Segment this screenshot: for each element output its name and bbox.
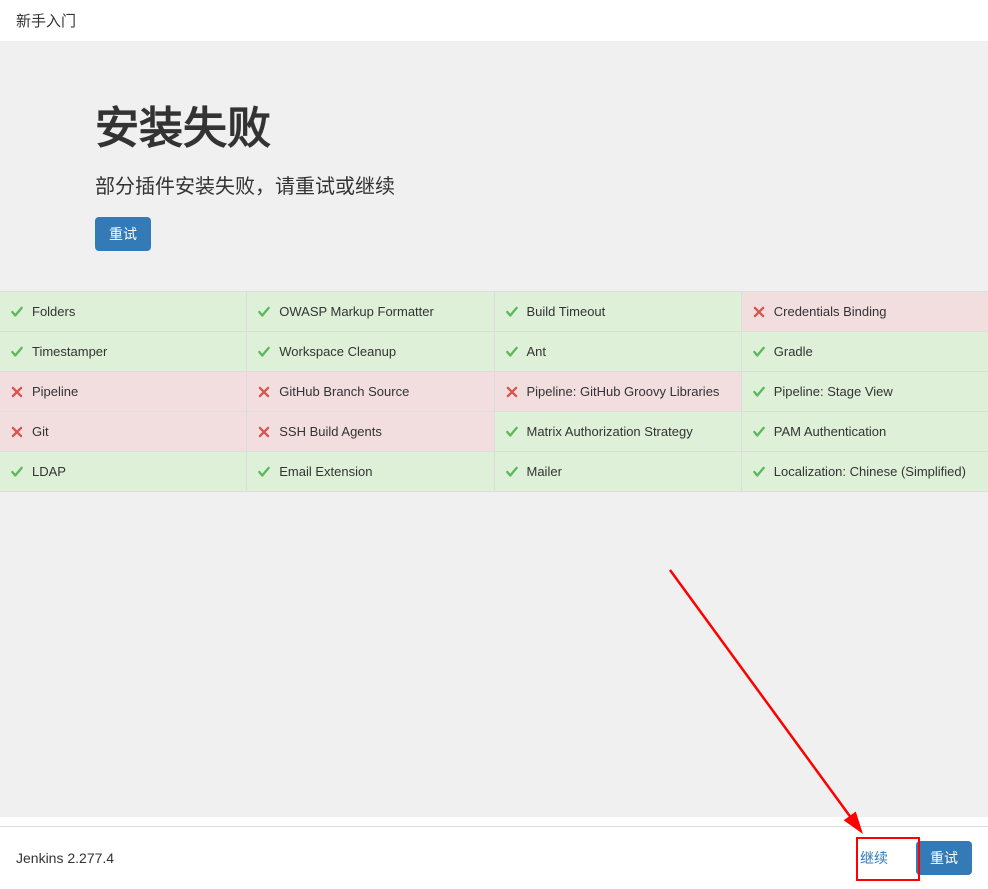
check-icon [505,465,519,479]
plugin-name: Timestamper [32,344,107,359]
check-icon [10,305,24,319]
check-icon [10,465,24,479]
cross-icon [752,305,766,319]
plugin-cell: Folders [0,292,246,331]
hero-heading: 安装失败 [95,92,988,156]
plugin-name: Git [32,424,49,439]
plugin-cell: Credentials Binding [742,292,988,331]
check-icon [257,465,271,479]
main-content: 安装失败 部分插件安装失败，请重试或继续 重试 Folders OWASP Mar… [0,42,988,817]
plugin-name: Folders [32,304,75,319]
plugin-name: Matrix Authorization Strategy [527,424,693,439]
plugin-cell: Pipeline: Stage View [742,372,988,411]
plugin-cell: Mailer [495,452,741,491]
plugin-cell: Git [0,412,246,451]
plugin-cell: SSH Build Agents [247,412,493,451]
check-icon [752,385,766,399]
cross-icon [10,385,24,399]
check-icon [752,465,766,479]
footer-bar: Jenkins 2.277.4 继续 重试 [0,826,988,889]
plugin-cell: Email Extension [247,452,493,491]
check-icon [257,305,271,319]
plugin-name: Workspace Cleanup [279,344,396,359]
plugin-cell: GitHub Branch Source [247,372,493,411]
plugin-cell: Build Timeout [495,292,741,331]
plugin-name: Mailer [527,464,562,479]
plugin-cell: Pipeline: GitHub Groovy Libraries [495,372,741,411]
plugin-name: Pipeline: GitHub Groovy Libraries [527,384,720,399]
page-header: 新手入门 [0,0,988,42]
plugin-name: Credentials Binding [774,304,887,319]
footer-actions: 继续 重试 [846,841,972,875]
version-text: Jenkins 2.277.4 [16,850,114,866]
plugin-name: Ant [527,344,547,359]
check-icon [10,345,24,359]
plugin-name: OWASP Markup Formatter [279,304,434,319]
check-icon [752,345,766,359]
cross-icon [505,385,519,399]
plugin-cell: Localization: Chinese (Simplified) [742,452,988,491]
plugin-cell: PAM Authentication [742,412,988,451]
plugin-cell: Gradle [742,332,988,371]
check-icon [505,425,519,439]
plugin-cell: Ant [495,332,741,371]
plugin-name: Email Extension [279,464,372,479]
check-icon [505,305,519,319]
cross-icon [257,425,271,439]
hero-subheading: 部分插件安装失败，请重试或继续 [95,170,988,199]
plugin-name: PAM Authentication [774,424,887,439]
plugin-name: Pipeline [32,384,78,399]
plugin-cell: Timestamper [0,332,246,371]
continue-button[interactable]: 继续 [846,841,902,875]
plugin-cell: LDAP [0,452,246,491]
plugin-name: Pipeline: Stage View [774,384,893,399]
check-icon [257,345,271,359]
cross-icon [257,385,271,399]
plugin-name: Build Timeout [527,304,606,319]
hero-section: 安装失败 部分插件安装失败，请重试或继续 重试 [0,42,988,291]
cross-icon [10,425,24,439]
plugin-cell: OWASP Markup Formatter [247,292,493,331]
plugin-cell: Workspace Cleanup [247,332,493,371]
footer-retry-button[interactable]: 重试 [916,841,972,875]
plugin-cell: Pipeline [0,372,246,411]
retry-button[interactable]: 重试 [95,217,151,251]
plugin-name: SSH Build Agents [279,424,382,439]
check-icon [505,345,519,359]
plugin-name: Gradle [774,344,813,359]
plugin-name: Localization: Chinese (Simplified) [774,464,966,479]
page-title: 新手入门 [16,13,76,30]
check-icon [752,425,766,439]
plugin-grid: Folders OWASP Markup Formatter Build Timeo… [0,291,988,492]
plugin-cell: Matrix Authorization Strategy [495,412,741,451]
plugin-name: LDAP [32,464,66,479]
plugin-name: GitHub Branch Source [279,384,409,399]
